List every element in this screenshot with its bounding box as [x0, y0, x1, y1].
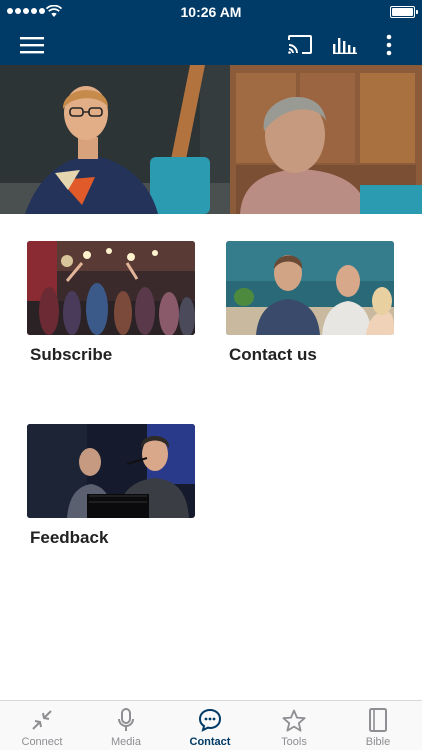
tab-contact-label: Contact — [189, 736, 231, 748]
tab-bible-label: Bible — [365, 736, 391, 748]
star-icon — [282, 709, 306, 732]
subscribe-card-image — [27, 241, 195, 335]
more-options-button[interactable] — [374, 24, 404, 65]
tab-media-label: Media — [111, 736, 141, 748]
microphone-icon — [118, 708, 134, 731]
hero-photo — [0, 65, 422, 214]
top-navigation-bar — [0, 24, 422, 65]
hero-photo-illustration — [0, 65, 422, 214]
audio-levels-button[interactable] — [327, 24, 363, 65]
chat-bubble-icon — [198, 708, 222, 732]
bottom-tab-bar: Connect Media Contact Tools Bible — [0, 700, 422, 750]
contact-us-card-image — [226, 241, 394, 335]
menu-button[interactable] — [14, 24, 50, 65]
feedback-card-label: Feedback — [30, 528, 109, 547]
contact-us-card[interactable]: Contact us — [226, 241, 396, 371]
tab-tools-label: Tools — [281, 736, 307, 748]
status-time: 10:26 AM — [180, 4, 242, 20]
worship-crowd-photo — [27, 241, 195, 335]
status-bar: 10:26 AM — [0, 0, 422, 24]
cast-button[interactable] — [282, 24, 318, 65]
compress-arrows-icon — [32, 710, 52, 730]
battery-icon — [390, 6, 418, 18]
feedback-card[interactable]: Feedback — [27, 424, 197, 554]
people-chatting-photo — [226, 241, 394, 335]
tab-connect[interactable]: Connect — [0, 701, 84, 750]
tab-tools[interactable]: Tools — [252, 701, 336, 750]
hamburger-menu-icon — [20, 36, 44, 53]
vertical-dots-icon — [386, 34, 392, 55]
subscribe-card-label: Subscribe — [30, 345, 113, 364]
subscribe-card[interactable]: Subscribe — [27, 241, 197, 371]
tab-connect-label: Connect — [21, 736, 63, 748]
tab-contact[interactable]: Contact — [168, 701, 252, 750]
book-icon — [369, 708, 387, 732]
contact-us-card-label: Contact us — [229, 345, 317, 364]
feedback-card-image — [27, 424, 195, 518]
tab-bible[interactable]: Bible — [336, 701, 420, 750]
cast-icon — [288, 35, 312, 54]
musician-stage-photo — [27, 424, 195, 518]
tab-media[interactable]: Media — [84, 701, 168, 750]
audio-bars-icon — [333, 37, 357, 54]
